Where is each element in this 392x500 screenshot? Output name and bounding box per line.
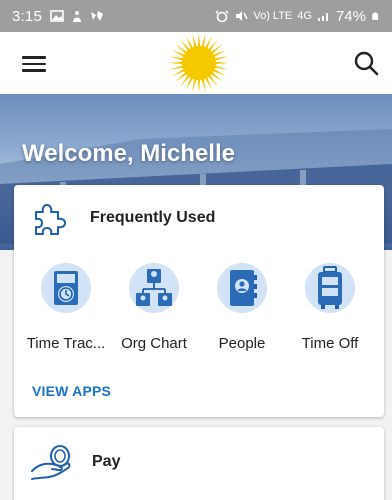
app-people[interactable]: People [198, 263, 286, 352]
app-time-tracking[interactable]: Time Trac... [22, 263, 110, 352]
time-tracking-icon [54, 271, 78, 305]
sun-logo-icon [169, 33, 229, 93]
pay-title: Pay [92, 453, 121, 470]
network-type: 4G [297, 10, 312, 22]
battery-icon [372, 12, 379, 20]
app-header [0, 32, 392, 94]
mute-icon [236, 11, 248, 21]
app-label: Org Chart [121, 335, 187, 352]
notification-icon [73, 11, 81, 22]
app-label: Time Trac... [26, 335, 106, 352]
search-icon[interactable] [352, 49, 380, 77]
frequently-used-title: Frequently Used [90, 209, 216, 226]
status-time: 3:15 [12, 7, 42, 25]
welcome-message: Welcome, Michelle [22, 140, 235, 167]
frequently-used-card: Frequently Used Time Trac... Org Chart P… [14, 185, 384, 417]
battery-percent: 74% [335, 7, 366, 25]
status-right-icons: Vo) LTE 4G 74% [215, 8, 380, 25]
gallery-notification-icon [50, 10, 64, 22]
time-off-icon [318, 266, 342, 309]
app-notification-icon [91, 11, 103, 21]
app-shortcuts: Time Trac... Org Chart People Time Off [14, 263, 384, 353]
hamburger-menu-icon[interactable] [22, 52, 46, 74]
app-label: People [218, 335, 266, 352]
status-bar: 3:15 Vo) LTE 4G 74% [0, 0, 392, 32]
org-chart-icon [136, 269, 172, 306]
puzzle-icon [35, 204, 66, 235]
app-time-off[interactable]: Time Off [286, 263, 374, 352]
signal-icon [317, 13, 328, 21]
view-apps-link[interactable]: VIEW APPS [32, 383, 111, 399]
status-left-icons [50, 10, 104, 22]
app-label: Time Off [301, 335, 359, 352]
app-org-chart[interactable]: Org Chart [110, 263, 198, 352]
pay-card[interactable]: Pay [14, 427, 384, 500]
volte-indicator: Vo) LTE [253, 10, 293, 22]
pay-icon [31, 445, 71, 480]
people-icon [230, 270, 257, 306]
alarm-icon [215, 10, 229, 22]
